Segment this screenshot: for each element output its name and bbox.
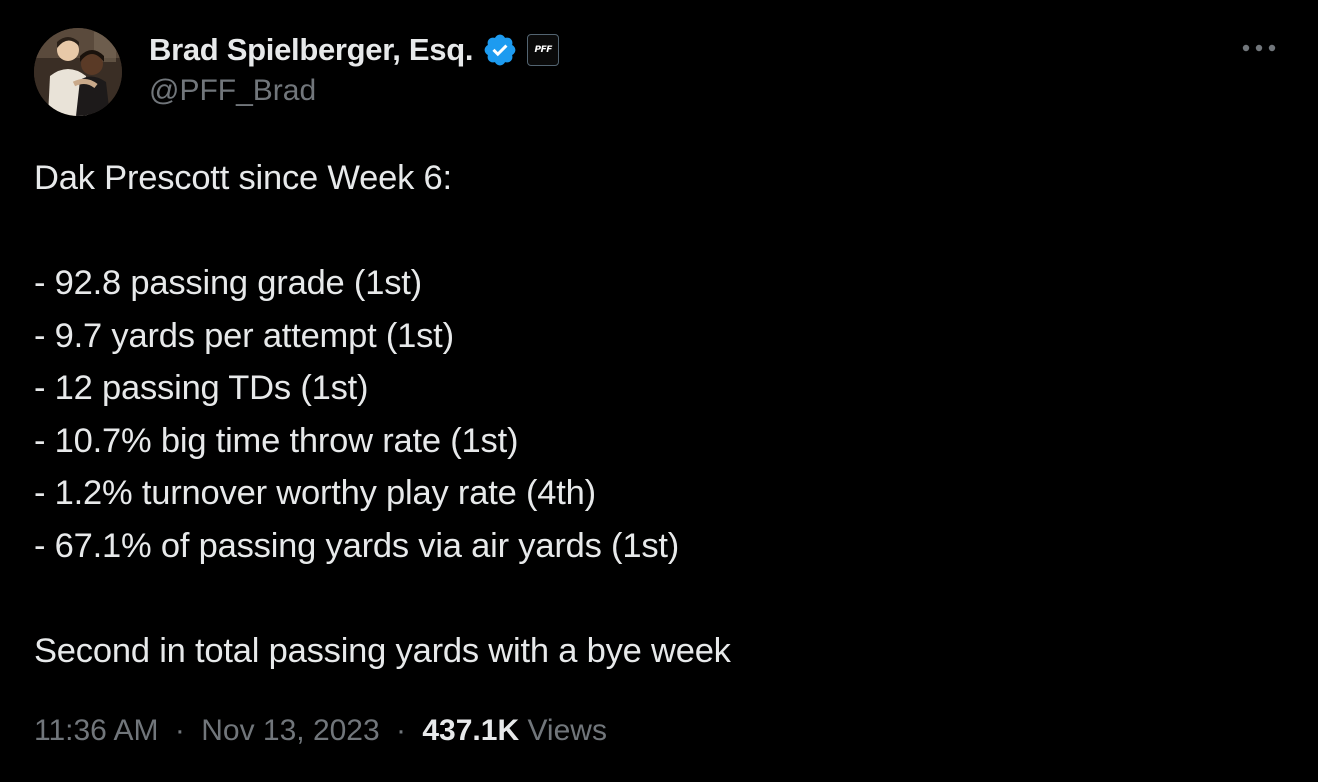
tweet-line: - 1.2% turnover worthy play rate (4th) bbox=[34, 474, 596, 512]
tweet-line: - 12 passing TDs (1st) bbox=[34, 369, 369, 407]
meta-separator: · bbox=[396, 714, 407, 747]
author-display-name[interactable]: Brad Spielberger, Esq. bbox=[149, 32, 473, 68]
tweet-date[interactable]: Nov 13, 2023 bbox=[201, 714, 379, 747]
tweet-line: - 67.1% of passing yards via air yards (… bbox=[34, 526, 680, 565]
tweet-line: - 10.7% big time throw rate (1st) bbox=[34, 421, 519, 460]
more-options-icon bbox=[1242, 44, 1276, 52]
views-count[interactable]: 437.1K bbox=[422, 714, 519, 747]
author-name-row: Brad Spielberger, Esq. PFF bbox=[149, 30, 560, 70]
tweet-time[interactable]: 11:36 AM bbox=[34, 714, 159, 747]
tweet-line: Dak Prescott since Week 6: bbox=[34, 159, 452, 197]
tweet-line: Second in total passing yards with a bye… bbox=[34, 631, 731, 670]
meta-separator: · bbox=[174, 714, 185, 747]
affiliate-badge[interactable]: PFF bbox=[527, 34, 560, 66]
affiliate-badge-text: PFF bbox=[534, 45, 552, 55]
verified-badge-icon[interactable] bbox=[482, 32, 518, 68]
author-handle[interactable]: @PFF_Brad bbox=[149, 74, 316, 108]
avatar-photo-icon bbox=[34, 28, 122, 116]
tweet-meta: 11:36 AM · Nov 13, 2023 · 437.1K Views bbox=[34, 714, 607, 748]
views-label: Views bbox=[527, 714, 607, 747]
more-options-button[interactable] bbox=[1238, 34, 1280, 62]
avatar[interactable] bbox=[34, 28, 122, 116]
tweet-card: Brad Spielberger, Esq. PFF @PFF_Brad Dak… bbox=[0, 0, 1318, 782]
tweet-line: - 9.7 yards per attempt (1st) bbox=[34, 316, 454, 355]
tweet-line: - 92.8 passing grade (1st) bbox=[34, 264, 422, 302]
tweet-text: Dak Prescott since Week 6: - 92.8 passin… bbox=[34, 152, 1274, 677]
